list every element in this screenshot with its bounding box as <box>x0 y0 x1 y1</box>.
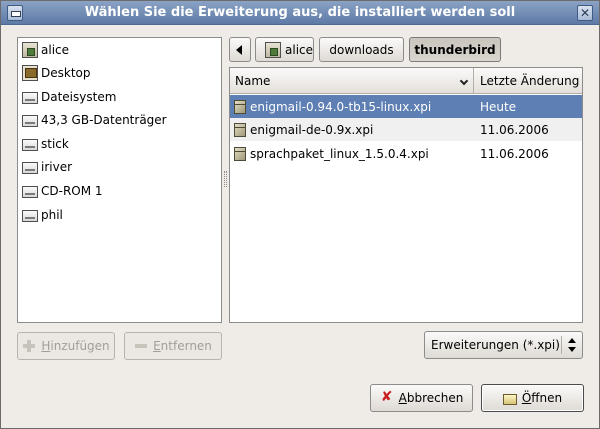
place-item-stick[interactable]: stick <box>18 132 221 155</box>
file-modified: 11.06.2006 <box>480 122 549 137</box>
file-chooser-dialog: Wählen Sie die Erweiterung aus, die inst… <box>0 0 600 429</box>
place-item-data-disk[interactable]: 43,3 GB-Datenträger <box>18 108 221 131</box>
file-name-cell: sprachpaket_linux_1.5.0.4.xpi <box>230 146 474 161</box>
place-item-filesystem[interactable]: Dateisystem <box>18 85 221 108</box>
crumb-downloads[interactable]: downloads <box>319 37 404 62</box>
close-button[interactable]: ✕ <box>577 5 593 21</box>
open-folder-icon <box>502 393 517 405</box>
places-sidebar: alice Desktop Dateisystem 43,3 GB-Datent… <box>17 37 222 323</box>
place-label: Desktop <box>41 65 91 80</box>
file-name-cell: enigmail-de-0.9x.xpi <box>230 122 474 137</box>
button-label: ntfernen <box>160 339 212 353</box>
column-header-label: Letzte Änderung <box>480 73 580 88</box>
file-type-filter[interactable]: Erweiterungen (*.xpi) <box>424 331 583 359</box>
place-label: Dateisystem <box>41 89 117 104</box>
desktop-icon <box>22 64 38 81</box>
close-icon: ✕ <box>579 6 591 20</box>
drive-icon <box>22 138 38 151</box>
plus-icon <box>22 339 36 353</box>
place-label: CD-ROM 1 <box>41 183 103 198</box>
place-label: 43,3 GB-Datenträger <box>41 112 167 127</box>
place-label: iriver <box>41 159 73 174</box>
place-item-phil[interactable]: phil <box>18 203 221 226</box>
button-label: bbrechen <box>406 391 464 405</box>
file-row[interactable]: sprachpaket_linux_1.5.0.4.xpi 11.06.2006 <box>230 142 582 165</box>
place-item-alice[interactable]: alice <box>18 38 221 61</box>
home-folder-icon <box>22 41 38 58</box>
select-divider <box>561 336 562 354</box>
place-item-desktop[interactable]: Desktop <box>18 61 221 84</box>
mnemonic: H <box>41 339 51 353</box>
package-icon <box>234 146 246 161</box>
pane-splitter[interactable] <box>224 171 227 187</box>
file-name: enigmail-de-0.9x.xpi <box>250 122 374 137</box>
path-back-button[interactable] <box>229 37 251 62</box>
window-menu-icon[interactable] <box>7 5 23 21</box>
home-folder-icon <box>265 41 281 58</box>
crumb-thunderbird[interactable]: thunderbird <box>409 37 501 62</box>
file-row[interactable]: enigmail-de-0.9x.xpi 11.06.2006 <box>230 118 582 141</box>
file-list: Name Letzte Änderung enigmail-0.94.0-tb1… <box>229 67 583 323</box>
place-item-cdrom[interactable]: CD-ROM 1 <box>18 179 221 202</box>
place-label: alice <box>41 42 70 57</box>
column-header-label: Name <box>235 73 271 88</box>
mnemonic: Ö <box>521 391 532 405</box>
place-label: phil <box>41 207 63 222</box>
cancel-icon: ✘ <box>380 389 393 405</box>
column-header-name[interactable]: Name <box>230 68 474 94</box>
add-bookmark-button[interactable]: Hinzufügen <box>17 332 115 360</box>
drive-icon <box>22 91 38 104</box>
crumb-label: alice <box>285 42 314 57</box>
drive-icon <box>22 185 38 198</box>
button-label: ffnen <box>531 391 563 405</box>
file-modified: Heute <box>480 99 517 114</box>
package-icon <box>234 122 246 137</box>
file-name-cell: enigmail-0.94.0-tb15-linux.xpi <box>230 99 474 114</box>
file-modified: 11.06.2006 <box>480 146 549 161</box>
mnemonic: E <box>153 339 161 353</box>
select-arrows-icon <box>568 338 576 352</box>
sort-descending-icon <box>459 76 469 86</box>
crumb-label: downloads <box>329 42 394 57</box>
remove-bookmark-button[interactable]: Entfernen <box>124 332 222 360</box>
crumb-alice[interactable]: alice <box>255 37 314 62</box>
place-label: stick <box>41 136 69 151</box>
title-bar[interactable]: Wählen Sie die Erweiterung aus, die inst… <box>1 1 599 25</box>
crumb-label: thunderbird <box>414 42 496 57</box>
filter-value: Erweiterungen (*.xpi) <box>431 338 560 352</box>
file-row[interactable]: enigmail-0.94.0-tb15-linux.xpi Heute <box>230 95 582 118</box>
package-icon <box>234 99 246 114</box>
file-name: enigmail-0.94.0-tb15-linux.xpi <box>250 99 432 114</box>
drive-icon <box>22 114 38 127</box>
open-button[interactable]: Öffnen <box>481 384 584 412</box>
minus-icon <box>134 339 148 353</box>
button-label: inzufügen <box>50 339 110 353</box>
drive-icon <box>22 209 38 222</box>
cancel-button[interactable]: ✘ Abbrechen <box>370 384 473 412</box>
place-item-iriver[interactable]: iriver <box>18 155 221 178</box>
column-header-modified[interactable]: Letzte Änderung <box>474 68 582 94</box>
window-title: Wählen Sie die Erweiterung aus, die inst… <box>84 5 516 20</box>
mnemonic: A <box>398 391 407 405</box>
drive-icon <box>22 161 38 174</box>
file-name: sprachpaket_linux_1.5.0.4.xpi <box>250 146 429 161</box>
